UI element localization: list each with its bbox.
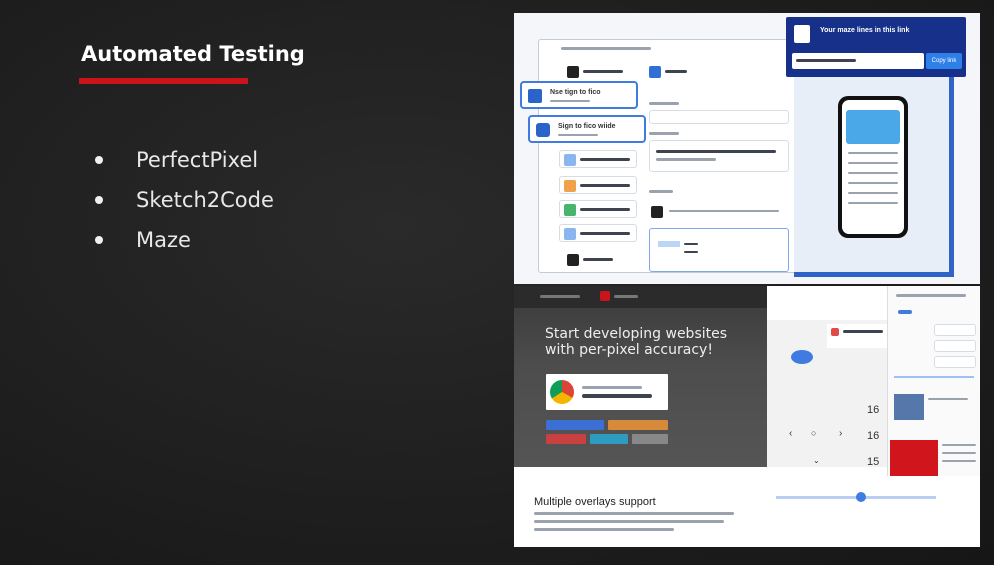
bullet-label: Sketch2Code xyxy=(136,188,274,212)
arrow-right-icon[interactable]: › xyxy=(839,428,842,439)
bullet-dot-icon xyxy=(95,196,103,204)
input-field[interactable] xyxy=(934,356,976,368)
chrome-icon xyxy=(550,380,574,404)
bullet-label: PerfectPixel xyxy=(136,148,259,172)
settings-panel xyxy=(887,286,980,476)
form-field[interactable] xyxy=(649,140,789,172)
store-button[interactable] xyxy=(546,434,586,444)
floating-card[interactable]: Nse tign to fico xyxy=(520,81,638,109)
arrow-left-icon[interactable]: ‹ xyxy=(789,428,792,439)
bullet-label: Maze xyxy=(136,228,191,252)
share-link-input[interactable] xyxy=(792,53,924,69)
title-underline xyxy=(79,78,248,84)
list-item[interactable] xyxy=(559,176,637,194)
eye-icon[interactable] xyxy=(791,350,813,364)
store-button[interactable] xyxy=(546,420,604,430)
floating-card[interactable]: Sign to fico wiide xyxy=(528,115,646,143)
opacity-slider[interactable] xyxy=(776,492,936,502)
list-item[interactable] xyxy=(559,200,637,218)
maze-editor-frame xyxy=(538,39,798,273)
store-button[interactable] xyxy=(590,434,628,444)
overlay-controls: ‹ ○ › ⌄ 16 16 15 xyxy=(767,320,887,468)
number-field[interactable]: 15 xyxy=(867,456,879,468)
store-button[interactable] xyxy=(632,434,668,444)
store-button[interactable] xyxy=(608,420,668,430)
bullet-item: PerfectPixel xyxy=(90,140,274,180)
app-icon xyxy=(567,254,579,266)
hero-section: Start developing websites with per-pixel… xyxy=(514,286,767,467)
thumbnail[interactable] xyxy=(894,394,924,420)
input-field[interactable] xyxy=(934,324,976,336)
page-icon xyxy=(528,89,542,103)
app-icon xyxy=(649,66,661,78)
browser-bar xyxy=(514,286,767,308)
perfectpixel-screenshot: Start developing websites with per-pixel… xyxy=(514,286,980,547)
slide-title: Automated Testing xyxy=(81,42,305,66)
panel-header xyxy=(827,324,887,348)
popup-title: Your maze lines in this link xyxy=(820,27,910,34)
list-item[interactable] xyxy=(559,150,637,168)
app-icon xyxy=(567,66,579,78)
chrome-store-badge[interactable] xyxy=(546,374,668,410)
bullet-list: PerfectPixel Sketch2Code Maze xyxy=(90,140,274,260)
arrow-down-icon[interactable]: ⌄ xyxy=(813,456,820,465)
bullet-dot-icon xyxy=(95,156,103,164)
bullet-dot-icon xyxy=(95,236,103,244)
list-item[interactable] xyxy=(559,224,637,242)
input-field[interactable] xyxy=(934,340,976,352)
preview-box xyxy=(649,228,789,272)
phone-card xyxy=(846,110,900,144)
app-icon xyxy=(651,206,663,218)
copy-link-button[interactable]: Copy link xyxy=(926,53,962,69)
phone-mockup xyxy=(838,96,908,238)
slider-thumb[interactable] xyxy=(856,492,866,502)
slider-track[interactable] xyxy=(894,376,974,378)
footer-heading: Multiple overlays support xyxy=(534,496,656,508)
adobe-cc-icon xyxy=(890,440,938,476)
number-field[interactable]: 16 xyxy=(867,430,879,442)
form-field[interactable] xyxy=(649,110,789,124)
number-field[interactable]: 16 xyxy=(867,404,879,416)
hero-title: Start developing websites with per-pixel… xyxy=(545,326,728,358)
share-icon xyxy=(794,25,810,43)
share-popup: Your maze lines in this link Copy link xyxy=(786,17,966,77)
center-icon[interactable]: ○ xyxy=(811,428,816,438)
circle-icon xyxy=(536,123,550,137)
maze-screenshot: Nse tign to fico Sign to fico wiide Your… xyxy=(514,13,980,284)
bullet-item: Sketch2Code xyxy=(90,180,274,220)
bullet-item: Maze xyxy=(90,220,274,260)
